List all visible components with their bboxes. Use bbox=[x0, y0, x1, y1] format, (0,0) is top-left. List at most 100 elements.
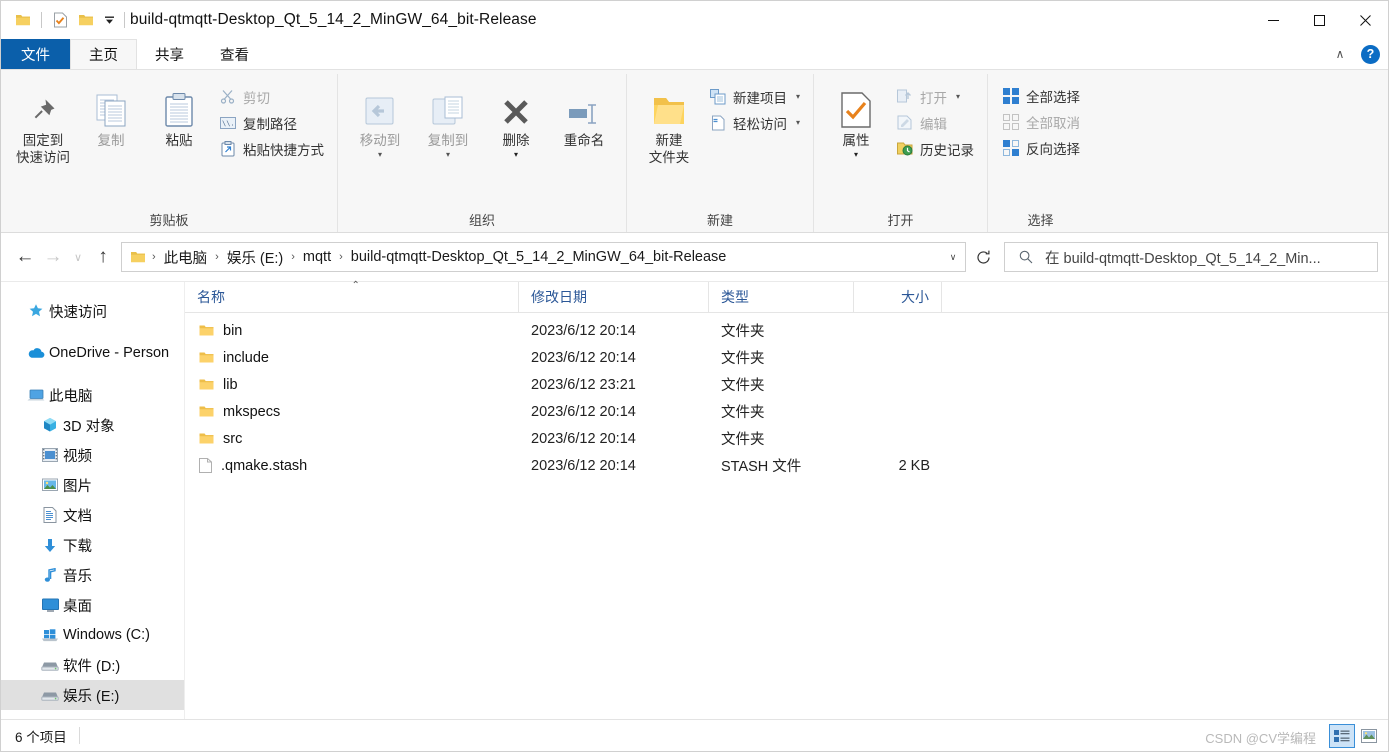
table-row[interactable]: .qmake.stash 2023/6/12 20:14 STASH 文件 2 … bbox=[185, 452, 1388, 479]
cut-button[interactable]: 剪切 bbox=[213, 84, 329, 109]
copy-button[interactable]: 复制 bbox=[77, 79, 145, 149]
breadcrumb-item-current[interactable]: build-qtmqtt-Desktop_Qt_5_14_2_MinGW_64_… bbox=[347, 249, 731, 265]
ribbon-tab-strip: 文件 主页 共享 查看 ∧ ? bbox=[1, 39, 1388, 69]
select-all-button[interactable]: 全部选择 bbox=[996, 83, 1085, 108]
forward-button[interactable]: → bbox=[39, 242, 67, 272]
sidebar-item-drive-d[interactable]: 软件 (D:) bbox=[1, 650, 184, 680]
open-button[interactable]: 打开 ▾ bbox=[890, 84, 979, 109]
properties-caret-icon[interactable]: ▾ bbox=[854, 150, 858, 159]
column-label-name: 名称 bbox=[197, 289, 225, 305]
copy-to-button[interactable]: 复制到 ▾ bbox=[414, 79, 482, 159]
qat-folder-icon[interactable] bbox=[10, 7, 36, 33]
details-view-button[interactable] bbox=[1329, 723, 1355, 748]
table-row[interactable]: lib 2023/6/12 23:21 文件夹 bbox=[185, 371, 1388, 398]
new-item-caret-icon[interactable]: ▾ bbox=[796, 92, 800, 101]
large-icons-view-button[interactable] bbox=[1356, 724, 1382, 748]
tab-view[interactable]: 查看 bbox=[202, 39, 267, 69]
qat-properties-icon[interactable] bbox=[47, 7, 73, 33]
move-to-button[interactable]: 移动到 ▾ bbox=[346, 79, 414, 159]
breadcrumb-separator-3[interactable]: › bbox=[335, 251, 347, 263]
paste-shortcut-button[interactable]: 粘贴快捷方式 bbox=[213, 136, 329, 161]
sidebar-item-pictures[interactable]: 图片 bbox=[1, 470, 184, 500]
collapse-ribbon-icon[interactable]: ∧ bbox=[1329, 47, 1351, 61]
delete-button[interactable]: 删除 ▾ bbox=[482, 79, 550, 159]
back-button[interactable]: ← bbox=[11, 242, 39, 272]
sidebar-item-windows-c[interactable]: Windows (C:) bbox=[1, 620, 184, 650]
easy-access-icon bbox=[708, 113, 727, 132]
sidebar-item-documents[interactable]: 文档 bbox=[1, 500, 184, 530]
qat-new-folder-icon[interactable] bbox=[73, 7, 99, 33]
pin-label-2: 快速访问 bbox=[16, 150, 70, 165]
sidebar-label-3d-objects: 3D 对象 bbox=[63, 418, 115, 435]
ribbon-group-label-clipboard: 剪贴板 bbox=[149, 212, 189, 228]
scissors-icon bbox=[218, 87, 237, 106]
easy-access-button[interactable]: 轻松访问 ▾ bbox=[703, 110, 805, 135]
sidebar-item-downloads[interactable]: 下载 bbox=[1, 530, 184, 560]
copy-path-button[interactable]: \\.. 复制路径 bbox=[213, 110, 329, 135]
table-row[interactable]: include 2023/6/12 20:14 文件夹 bbox=[185, 344, 1388, 371]
sidebar-item-drive-e[interactable]: 娱乐 (E:) bbox=[1, 680, 184, 710]
column-header-type[interactable]: 类型 bbox=[709, 282, 854, 312]
documents-icon bbox=[37, 507, 63, 523]
table-row[interactable]: bin 2023/6/12 20:14 文件夹 bbox=[185, 317, 1388, 344]
sidebar-item-videos[interactable]: 视频 bbox=[1, 440, 184, 470]
sidebar-item-onedrive[interactable]: OneDrive - Person bbox=[1, 338, 184, 368]
sidebar-item-desktop[interactable]: 桌面 bbox=[1, 590, 184, 620]
new-item-button[interactable]: 新建项目 ▾ bbox=[703, 84, 805, 109]
close-button[interactable] bbox=[1342, 1, 1388, 39]
maximize-button[interactable] bbox=[1296, 1, 1342, 39]
properties-button[interactable]: 属性 ▾ bbox=[822, 79, 890, 159]
sidebar-item-music[interactable]: 音乐 bbox=[1, 560, 184, 590]
refresh-button[interactable] bbox=[966, 242, 1000, 272]
breadcrumb-separator-0[interactable]: › bbox=[148, 251, 160, 263]
open-label: 打开 bbox=[920, 90, 948, 106]
sidebar-label-videos: 视频 bbox=[63, 448, 92, 465]
easy-access-caret-icon[interactable]: ▾ bbox=[796, 118, 800, 127]
rename-button[interactable]: 重命名 bbox=[550, 79, 618, 149]
new-folder-button[interactable]: 新建 文件夹 bbox=[635, 79, 703, 166]
folder-icon bbox=[199, 378, 214, 391]
breadcrumb-bar[interactable]: › 此电脑 › 娱乐 (E:) › mqtt › build-qtmqtt-De… bbox=[121, 242, 966, 272]
breadcrumb-item-drive-e[interactable]: 娱乐 (E:) bbox=[223, 247, 287, 268]
sidebar-item-quick-access[interactable]: 快速访问 bbox=[1, 296, 184, 326]
sidebar-item-3d-objects[interactable]: 3D 对象 bbox=[1, 410, 184, 440]
move-to-caret-icon[interactable]: ▾ bbox=[378, 150, 382, 159]
breadcrumb-separator-1[interactable]: › bbox=[211, 251, 223, 263]
qat-customize-caret-icon[interactable] bbox=[99, 7, 119, 33]
edit-icon bbox=[895, 113, 914, 132]
breadcrumb-item-mqtt[interactable]: mqtt bbox=[299, 249, 335, 265]
breadcrumb-item-this-pc[interactable]: 此电脑 bbox=[160, 247, 212, 268]
help-icon[interactable]: ? bbox=[1361, 44, 1380, 64]
select-all-icon bbox=[1001, 86, 1020, 105]
invert-selection-button[interactable]: 反向选择 bbox=[996, 135, 1085, 160]
breadcrumb-separator-2[interactable]: › bbox=[287, 251, 299, 263]
edit-button[interactable]: 编辑 bbox=[890, 110, 979, 135]
select-none-button[interactable]: 全部取消 bbox=[996, 109, 1085, 134]
search-box[interactable]: 在 build-qtmqtt-Desktop_Qt_5_14_2_Min... bbox=[1004, 242, 1378, 272]
column-header-date-modified[interactable]: 修改日期 bbox=[519, 282, 709, 312]
up-button[interactable]: ↑ bbox=[89, 242, 117, 272]
recent-locations-button[interactable]: ∨ bbox=[67, 242, 89, 272]
table-row[interactable]: src 2023/6/12 20:14 文件夹 bbox=[185, 425, 1388, 452]
search-input[interactable]: 在 build-qtmqtt-Desktop_Qt_5_14_2_Min... bbox=[1045, 247, 1321, 268]
file-rows: bin 2023/6/12 20:14 文件夹 include 2023/6/1… bbox=[185, 313, 1388, 719]
minimize-button[interactable] bbox=[1250, 1, 1296, 39]
pin-to-quick-access-button[interactable]: 固定到 快速访问 bbox=[9, 79, 77, 166]
column-header-name[interactable]: ⌃ 名称 bbox=[185, 280, 519, 312]
tab-share[interactable]: 共享 bbox=[137, 39, 202, 69]
open-caret-icon[interactable]: ▾ bbox=[956, 92, 960, 101]
column-label-date: 修改日期 bbox=[531, 289, 587, 305]
videos-icon bbox=[37, 448, 63, 462]
new-folder-icon bbox=[650, 85, 688, 129]
paste-button[interactable]: 粘贴 bbox=[145, 79, 213, 149]
breadcrumb-dropdown-icon[interactable]: ∨ bbox=[941, 243, 965, 271]
history-button[interactable]: 历史记录 bbox=[890, 136, 979, 161]
sidebar-item-this-pc[interactable]: 此电脑 bbox=[1, 380, 184, 410]
delete-caret-icon[interactable]: ▾ bbox=[514, 150, 518, 159]
column-header-size[interactable]: 大小 bbox=[854, 282, 942, 312]
tab-file[interactable]: 文件 bbox=[1, 39, 70, 69]
copy-to-caret-icon[interactable]: ▾ bbox=[446, 150, 450, 159]
tab-home[interactable]: 主页 bbox=[70, 39, 137, 69]
table-row[interactable]: mkspecs 2023/6/12 20:14 文件夹 bbox=[185, 398, 1388, 425]
edit-label: 编辑 bbox=[920, 116, 948, 132]
